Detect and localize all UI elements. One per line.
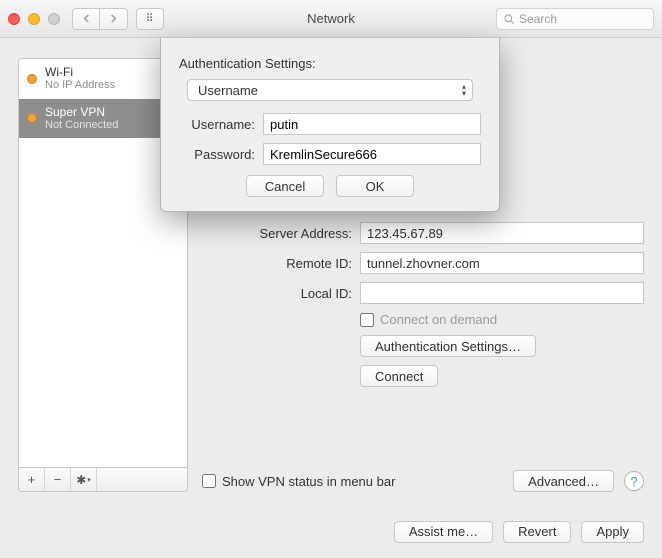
close-window-button[interactable] [8, 13, 20, 25]
password-input[interactable] [263, 143, 481, 165]
chevron-left-icon [82, 14, 91, 23]
search-icon [503, 13, 515, 25]
checkbox-label: Connect on demand [380, 312, 497, 327]
server-address-label: Server Address: [202, 226, 360, 241]
connect-on-demand-checkbox[interactable]: Connect on demand [360, 312, 497, 327]
remote-id-label: Remote ID: [202, 256, 360, 271]
status-dot-icon [27, 74, 37, 84]
chevron-right-icon [109, 14, 118, 23]
checkbox-label: Show VPN status in menu bar [222, 474, 395, 489]
cancel-button[interactable]: Cancel [246, 175, 324, 197]
authentication-settings-button[interactable]: Authentication Settings… [360, 335, 536, 357]
revert-button[interactable]: Revert [503, 521, 571, 543]
chevron-down-icon: ▾ [87, 476, 91, 484]
grid-icon: ⠿ [145, 12, 154, 25]
auth-method-select[interactable]: Username ▴▾ [187, 79, 473, 101]
sidebar-item-sublabel: Not Connected [45, 119, 118, 132]
minus-icon: − [54, 472, 62, 487]
assist-me-button[interactable]: Assist me… [394, 521, 493, 543]
search-field[interactable]: Search [496, 8, 654, 30]
sidebar-footer: + − ✱▾ [18, 468, 188, 492]
remote-id-input[interactable] [360, 252, 644, 274]
service-actions-button[interactable]: ✱▾ [71, 468, 97, 491]
remove-service-button[interactable]: − [45, 468, 71, 491]
back-button[interactable] [72, 8, 100, 30]
gear-icon: ✱ [76, 473, 86, 487]
ok-button[interactable]: OK [336, 175, 414, 197]
zoom-window-button[interactable] [48, 13, 60, 25]
window-controls [8, 13, 60, 25]
forward-button[interactable] [100, 8, 128, 30]
titlebar: ⠿ Network Search [0, 0, 662, 38]
username-input[interactable] [263, 113, 481, 135]
sidebar-item-sublabel: No IP Address [45, 79, 115, 92]
select-value: Username [198, 83, 258, 98]
checkbox-input[interactable] [360, 313, 374, 327]
show-vpn-status-checkbox[interactable]: Show VPN status in menu bar [202, 474, 395, 489]
minimize-window-button[interactable] [28, 13, 40, 25]
authentication-settings-sheet: Authentication Settings: Username ▴▾ Use… [160, 38, 500, 212]
select-arrows-icon: ▴▾ [462, 83, 466, 97]
status-dot-icon [27, 113, 37, 123]
search-placeholder: Search [519, 12, 557, 26]
advanced-button[interactable]: Advanced… [513, 470, 614, 492]
show-all-button[interactable]: ⠿ [136, 8, 164, 30]
plus-icon: + [28, 472, 36, 487]
local-id-label: Local ID: [202, 286, 360, 301]
sheet-heading: Authentication Settings: [179, 56, 481, 71]
server-address-input[interactable] [360, 222, 644, 244]
add-service-button[interactable]: + [19, 468, 45, 491]
help-icon: ? [630, 474, 637, 489]
sidebar-item-label: Wi-Fi [45, 65, 115, 79]
password-label: Password: [179, 147, 263, 162]
nav-buttons [72, 8, 128, 30]
apply-button[interactable]: Apply [581, 521, 644, 543]
connect-button[interactable]: Connect [360, 365, 438, 387]
username-label: Username: [179, 117, 263, 132]
help-button[interactable]: ? [624, 471, 644, 491]
local-id-input[interactable] [360, 282, 644, 304]
footer: Assist me… Revert Apply [0, 504, 662, 558]
sidebar-item-label: Super VPN [45, 105, 118, 119]
checkbox-input[interactable] [202, 474, 216, 488]
